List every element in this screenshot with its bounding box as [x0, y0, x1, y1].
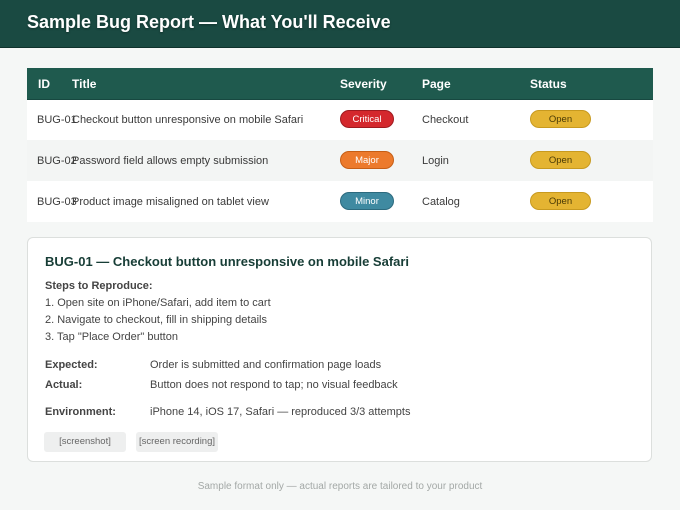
page-title: Sample Bug Report — What You'll Receive	[27, 12, 391, 32]
expected-value: Order is submitted and confirmation page…	[150, 359, 382, 371]
bug-detail-card: BUG-01 — Checkout button unresponsive on…	[27, 237, 652, 462]
bug-table: ID Title Severity Page Status BUG-01 Che…	[27, 68, 653, 222]
status-badge: Open	[530, 151, 591, 169]
column-header-severity: Severity	[340, 77, 387, 91]
severity-badge: Critical	[340, 110, 394, 128]
footer-note: Sample format only — actual reports are …	[197, 481, 483, 492]
table-row[interactable]: BUG-03 Product image misaligned on table…	[27, 181, 653, 222]
step-item: 2. Navigate to checkout, fill in shippin…	[45, 314, 267, 326]
steps-label: Steps to Reproduce:	[45, 280, 153, 292]
bug-title: Checkout button unresponsive on mobile S…	[72, 114, 304, 126]
table-row[interactable]: BUG-02 Password field allows empty submi…	[27, 140, 653, 181]
bug-title: Password field allows empty submission	[72, 155, 269, 167]
step-item: 1. Open site on iPhone/Safari, add item …	[45, 297, 271, 309]
environment-label: Environment:	[45, 406, 116, 418]
bug-id: BUG-01	[37, 114, 77, 126]
environment-value: iPhone 14, iOS 17, Safari — reproduced 3…	[150, 406, 411, 418]
actual-value: Button does not respond to tap; no visua…	[150, 379, 398, 391]
column-header-page: Page	[422, 77, 451, 91]
bug-title: Product image misaligned on tablet view	[72, 196, 269, 208]
status-badge: Open	[530, 192, 591, 210]
severity-badge: Minor	[340, 192, 394, 210]
step-item: 3. Tap "Place Order" button	[45, 331, 178, 343]
severity-badge: Major	[340, 151, 394, 169]
actual-label: Actual:	[45, 379, 83, 391]
table-row[interactable]: BUG-01 Checkout button unresponsive on m…	[27, 99, 653, 140]
bug-page: Catalog	[422, 196, 460, 208]
attachment-screen-recording[interactable]: [screen recording]	[136, 432, 218, 452]
attachment-screenshot[interactable]: [screenshot]	[44, 432, 126, 452]
bug-detail-title: BUG-01 — Checkout button unresponsive on…	[45, 254, 410, 269]
page-header: Sample Bug Report — What You'll Receive	[0, 0, 680, 48]
bug-page: Checkout	[422, 114, 469, 126]
bug-id: BUG-02	[37, 155, 77, 167]
bug-page: Login	[422, 155, 449, 167]
column-header-status: Status	[530, 77, 567, 91]
column-header-title: Title	[72, 77, 97, 91]
expected-label: Expected:	[45, 359, 98, 371]
table-header-row: ID Title Severity Page Status	[27, 68, 653, 100]
status-badge: Open	[530, 110, 591, 128]
column-header-id: ID	[38, 77, 50, 91]
bug-id: BUG-03	[37, 196, 77, 208]
